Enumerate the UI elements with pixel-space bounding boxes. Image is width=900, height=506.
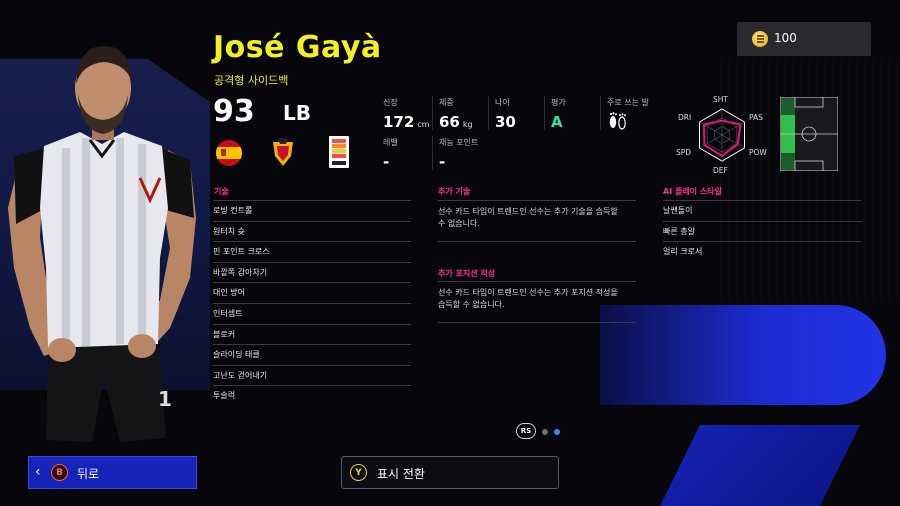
- spain-flag-icon: [216, 140, 242, 166]
- skill-item[interactable]: 슬라이딩 태클: [213, 345, 411, 366]
- background-shape: [660, 425, 860, 506]
- ai-styles-title: AI 플레이 스타일: [663, 187, 722, 196]
- stat-foot: 주로 쓰는 발: [607, 97, 649, 131]
- ability-radar: SHT PAS POW DEF SPD DRI: [670, 92, 774, 176]
- skill-item[interactable]: 블로커: [213, 325, 411, 346]
- divider: [432, 136, 433, 170]
- stat-level: 레벨 -: [383, 138, 398, 171]
- position-abbr: LB: [283, 101, 311, 125]
- skill-item[interactable]: 투슬럭: [213, 386, 411, 406]
- back-label: 뒤로: [77, 467, 100, 481]
- extra-skills-desc: 선수 카드 타입이 트렌드인 선수는 추가 기술을 습득할 수 없습니다.: [438, 207, 618, 228]
- ai-style-item[interactable]: 얼리 크로서: [663, 242, 861, 262]
- overall-rating: 93: [213, 94, 255, 129]
- divider: [544, 96, 545, 130]
- skill-item[interactable]: 고난도 걷어내기: [213, 366, 411, 387]
- divider: [488, 96, 489, 130]
- extra-positions-desc: 선수 카드 타입이 트렌드인 선수는 추가 포지션 적성을 습득할 수 없습니다…: [438, 288, 618, 309]
- back-button[interactable]: ‹ B 뒤로: [28, 456, 197, 489]
- divider: [438, 241, 636, 242]
- stat-age: 나이 30: [495, 98, 516, 131]
- page-dot-1[interactable]: [542, 429, 548, 435]
- skill-item[interactable]: 바깥쪽 감아차기: [213, 263, 411, 284]
- skill-item[interactable]: 인터셉트: [213, 304, 411, 325]
- ai-styles-list: 날쌘돌이 빠른 총알 얼리 크로서: [663, 200, 861, 262]
- toggle-display-label: 표시 전환: [377, 467, 425, 481]
- divider: [438, 200, 636, 201]
- skill-item[interactable]: 로빙 컨트롤: [213, 201, 411, 222]
- player-position-full: 공격형 사이드백: [214, 74, 289, 87]
- divider: [432, 96, 433, 130]
- b-button-icon: B: [51, 464, 68, 481]
- extra-positions-title: 추가 포지션 적성: [438, 269, 496, 278]
- stat-weight: 체중 66 kg: [439, 98, 473, 131]
- svg-text:1: 1: [158, 387, 172, 411]
- extra-skills-title: 추가 기술: [438, 187, 471, 196]
- coin-icon: [752, 31, 768, 47]
- coin-balance: 100: [737, 22, 871, 56]
- ai-style-item[interactable]: 빠른 총알: [663, 222, 861, 243]
- background-shape: [600, 305, 886, 405]
- divider: [438, 281, 636, 282]
- skill-item[interactable]: 핀 포인트 크로스: [213, 242, 411, 263]
- page-dot-2[interactable]: [554, 429, 560, 435]
- player-name: José Gayà: [213, 30, 382, 65]
- stat-grade: 평가 A: [551, 98, 566, 131]
- chevron-left-icon: ‹: [35, 464, 41, 480]
- skill-item[interactable]: 대인 방어: [213, 283, 411, 304]
- player-image: 1: [8, 46, 196, 442]
- skills-list: 로빙 컨트롤 원터치 슛핀 포인트 크로스 바깥쪽 감아차기 대인 방어 인터셉트 블로커…: [213, 200, 411, 406]
- valencia-club-crest-icon: [273, 138, 293, 166]
- toggle-display-button[interactable]: Y 표시 전환: [341, 456, 559, 489]
- skills-title: 기술: [214, 187, 229, 196]
- y-button-icon: Y: [350, 464, 367, 481]
- radar-chart: [698, 108, 746, 162]
- skill-item[interactable]: 원터치 슛: [213, 222, 411, 243]
- stat-height: 신장 172 cm: [383, 98, 430, 131]
- stat-talent-points: 재능 포인트 -: [439, 138, 479, 171]
- rs-button[interactable]: RS: [516, 423, 536, 439]
- divider: [438, 322, 636, 323]
- footprints-icon: [609, 112, 626, 130]
- ai-style-item[interactable]: 날쌘돌이: [663, 201, 861, 222]
- divider: [600, 96, 601, 130]
- la-liga-logo-icon: [329, 136, 349, 168]
- position-map: [780, 97, 838, 171]
